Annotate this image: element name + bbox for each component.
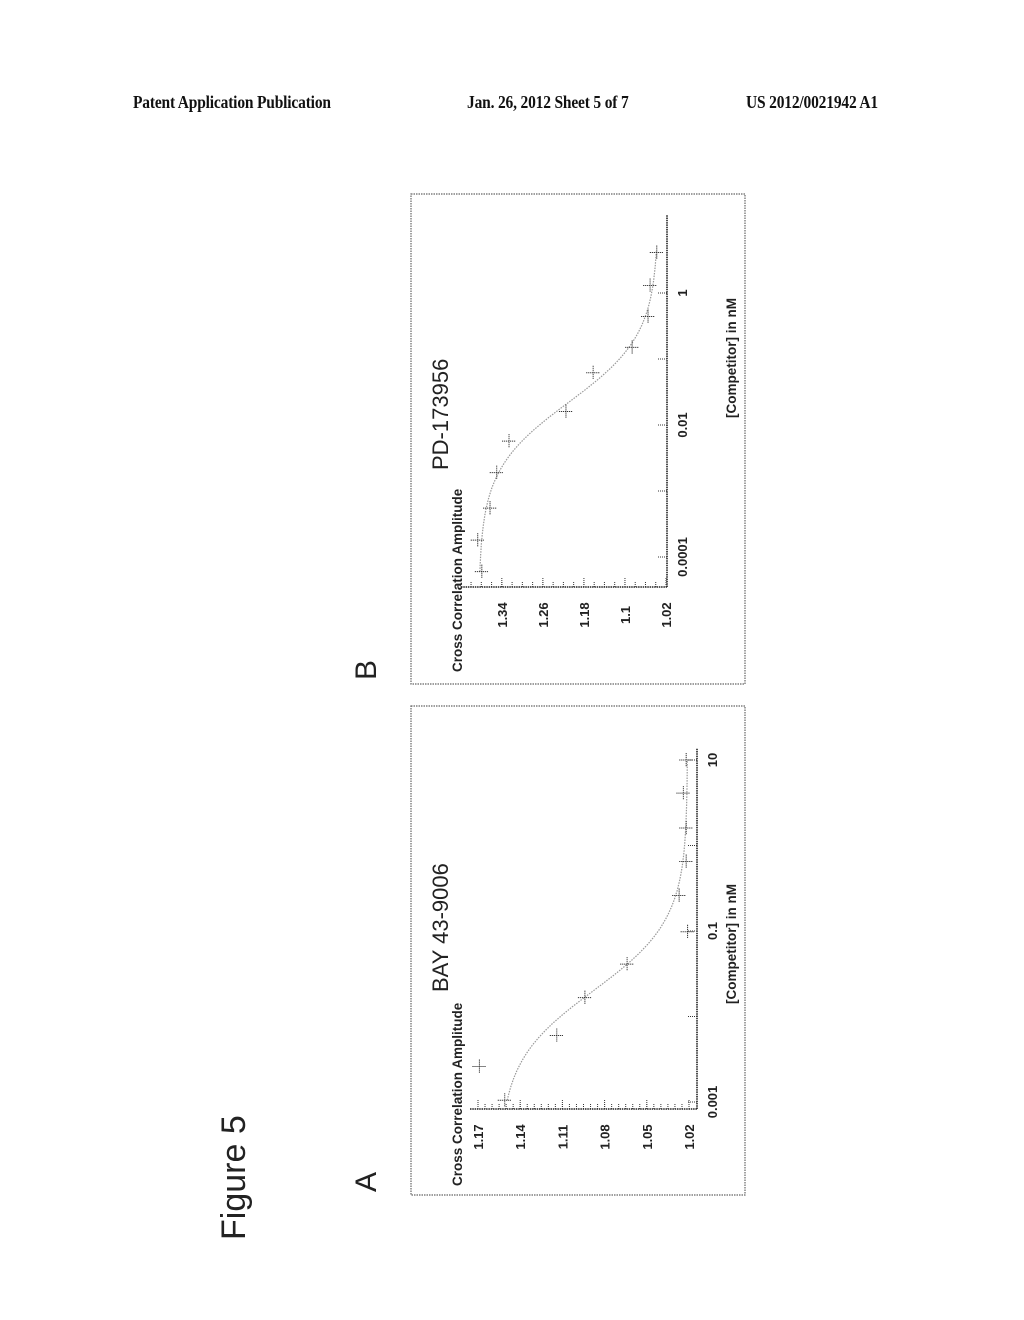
chart-b-data-point — [489, 465, 504, 480]
chart-b: PD-173956 Cross Correlation Amplitude [C… — [410, 193, 746, 685]
chart-b-value-tick-label: 1.34 — [495, 602, 510, 628]
chart-a-data-point — [680, 924, 695, 939]
chart-a-data-point — [472, 1059, 487, 1074]
chart-b-conc-tick-label: 0.0001 — [675, 537, 690, 577]
chart-b-value-tick-label: 1.02 — [659, 602, 674, 627]
chart-b-value-tick-label: 1.26 — [536, 602, 551, 627]
chart-a-fit-curve — [506, 760, 688, 1101]
chart-b-conc-tick-label: 0.01 — [675, 412, 690, 437]
chart-a-data-point — [679, 821, 694, 836]
chart-b-data-point — [586, 365, 601, 380]
chart-a-data-point — [672, 888, 687, 903]
chart-b-data-point — [643, 278, 658, 293]
chart-b-title: PD-173956 — [428, 359, 453, 470]
chart-a-conc-tick-label: 0.001 — [705, 1086, 720, 1119]
chart-a-value-tick-label: 1.14 — [513, 1124, 528, 1150]
chart-b-conc-tick-label: 1 — [675, 289, 690, 296]
figure-canvas: Figure 5 A B BAY 43-9006 Cross Correlati… — [215, 193, 746, 1240]
chart-b-data-point — [625, 340, 640, 355]
chart-a-value-tick-label: 1.17 — [471, 1124, 486, 1149]
chart-a: BAY 43-9006 Cross Correlation Amplitude … — [410, 705, 746, 1196]
chart-b-data-point — [483, 501, 498, 516]
chart-a-data-point — [549, 1028, 564, 1043]
chart-a-value-tick-label: 1.02 — [682, 1124, 697, 1149]
chart-b-data-point — [474, 564, 489, 579]
chart-b-value-tick-label: 1.1 — [618, 606, 633, 624]
chart-b-xlabel: [Competitor] in nM — [724, 298, 739, 418]
chart-a-conc-tick-label: 0.1 — [705, 922, 720, 940]
panel-label-a: A — [350, 1172, 383, 1192]
chart-a-conc-tick-label: 10 — [705, 753, 720, 767]
chart-b-data-point — [649, 245, 664, 260]
chart-a-value-tick-label: 1.11 — [555, 1125, 570, 1150]
chart-a-title: BAY 43-9006 — [428, 863, 453, 992]
chart-b-data-point — [502, 434, 517, 449]
chart-b-ylabel: Cross Correlation Amplitude — [450, 488, 465, 672]
chart-a-ylabel: Cross Correlation Amplitude — [450, 1002, 465, 1186]
panel-label-b: B — [350, 660, 383, 680]
chart-a-data-point — [676, 786, 691, 801]
figure-label: Figure 5 — [215, 1115, 253, 1240]
chart-a-value-tick-label: 1.08 — [598, 1124, 613, 1149]
chart-a-data-point — [679, 753, 694, 767]
chart-b-data-point — [558, 404, 573, 419]
chart-a-xlabel: [Competitor] in nM — [724, 884, 739, 1004]
chart-a-data-point — [679, 854, 694, 869]
chart-b-value-tick-label: 1.18 — [577, 602, 592, 627]
chart-a-data-point — [497, 1093, 512, 1108]
chart-a-value-tick-label: 1.05 — [640, 1124, 655, 1149]
